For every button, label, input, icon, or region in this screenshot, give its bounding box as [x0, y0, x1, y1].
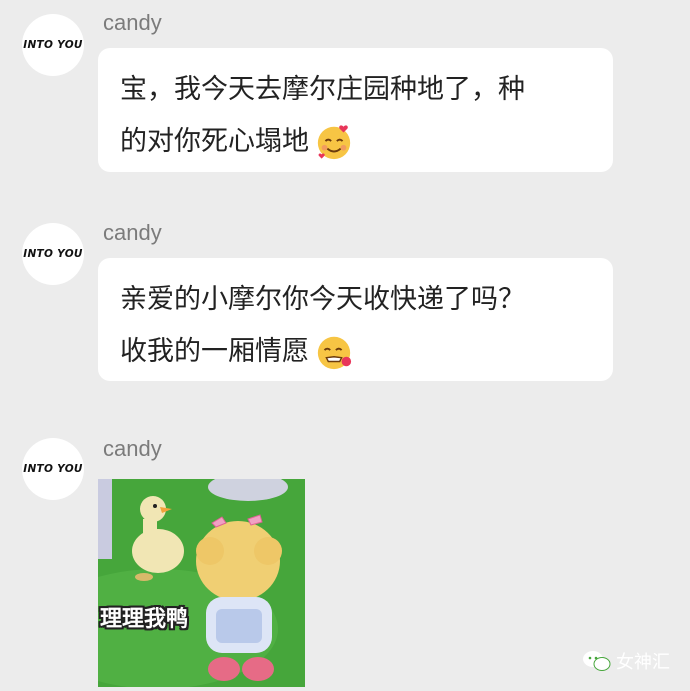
avatar-text: INTO YOU [23, 39, 83, 51]
sticker-image[interactable]: 理理我鸭 [98, 479, 305, 687]
watermark-text: 女神汇 [616, 652, 670, 673]
message-line: 亲爱的小摩尔你今天收快递了吗？ [120, 274, 593, 326]
sender-name: candy [103, 220, 162, 245]
message-text: 收我的一厢情愿 [120, 336, 309, 367]
wechat-icon [583, 651, 611, 671]
smiling-face-with-hearts-icon [317, 125, 351, 160]
avatar[interactable]: INTO YOU [22, 14, 84, 76]
message-line: 宝，我今天去摩尔庄园种地了，种 [120, 64, 593, 116]
message-line: 的对你死心塌地 [120, 116, 593, 168]
avatar[interactable]: INTO YOU [22, 438, 84, 500]
message-bubble[interactable]: 宝，我今天去摩尔庄园种地了，种 的对你死心塌地 [98, 48, 613, 172]
message-text: 亲爱的小摩尔你今天收快递了吗？ [120, 284, 525, 315]
sender-name: candy [103, 10, 162, 35]
message-text: 宝，我今天去摩尔庄园种地了，种 [120, 74, 525, 105]
message-line: 收我的一厢情愿 [120, 326, 593, 378]
face-blowing-kiss-icon [317, 336, 352, 370]
sticker-caption: 理理我鸭 [100, 607, 189, 632]
watermark: 女神汇 [582, 648, 670, 674]
message-bubble[interactable]: 亲爱的小摩尔你今天收快递了吗？ 收我的一厢情愿 [98, 258, 613, 381]
avatar-text: INTO YOU [23, 463, 83, 475]
sender-name: candy [103, 436, 162, 461]
message-text: 的对你死心塌地 [120, 126, 309, 157]
avatar-text: INTO YOU [23, 248, 83, 260]
mole-manor-sticker-illustration [98, 479, 305, 687]
avatar[interactable]: INTO YOU [22, 223, 84, 285]
